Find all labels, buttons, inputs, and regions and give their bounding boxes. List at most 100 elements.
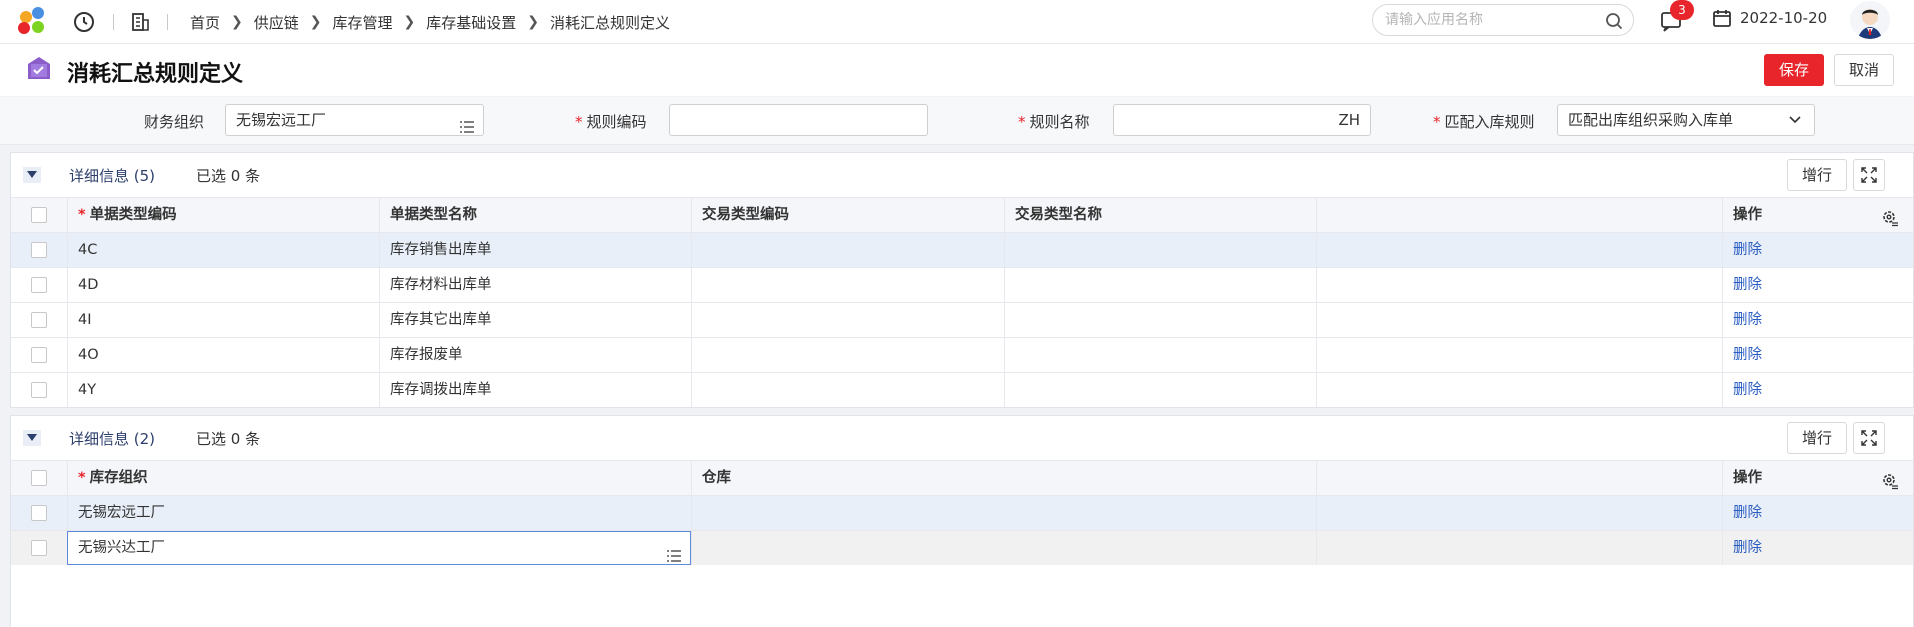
table-row[interactable]: 4C 库存销售出库单 删除 bbox=[11, 232, 1913, 267]
collapse-toggle-icon[interactable] bbox=[23, 430, 41, 446]
panel-header: 详细信息 (5) 已选 0 条 增行 bbox=[11, 153, 1913, 197]
rule-name-input[interactable]: ZH bbox=[1113, 104, 1371, 136]
doc-type-code-cell[interactable]: 4O bbox=[67, 338, 379, 372]
trans-type-name-cell[interactable] bbox=[1004, 373, 1316, 407]
trans-type-code-cell[interactable] bbox=[691, 233, 1004, 267]
trans-type-code-cell[interactable] bbox=[691, 338, 1004, 372]
warehouse-cell[interactable] bbox=[691, 531, 1316, 565]
select-all-checkbox[interactable] bbox=[31, 470, 47, 486]
document-check-icon bbox=[24, 54, 54, 84]
warehouse-cell[interactable] bbox=[691, 496, 1316, 530]
match-rule-select[interactable]: 匹配出库组织采购入库单 bbox=[1557, 104, 1815, 136]
rule-form: 财务组织 无锡宏远工厂 * 规则编码 * 规则名称 ZH * 匹配入库规则 匹配出库组… bbox=[0, 97, 1914, 145]
trans-type-code-cell[interactable] bbox=[691, 373, 1004, 407]
add-row-button[interactable]: 增行 bbox=[1787, 159, 1847, 191]
app-logo-icon[interactable] bbox=[18, 7, 48, 37]
table-header-row: * 库存组织 仓库 操作 bbox=[11, 460, 1913, 495]
detail-panel-inventory-orgs: 详细信息 (2) 已选 0 条 增行 * 库存组织 仓库 操作 无锡宏远工厂 删除 bbox=[10, 415, 1914, 627]
row-checkbox[interactable] bbox=[31, 540, 47, 556]
cancel-button[interactable]: 取消 bbox=[1834, 54, 1894, 86]
panel-title: 详细信息 (5) bbox=[69, 167, 156, 185]
doc-type-code-cell[interactable]: 4I bbox=[67, 303, 379, 337]
inventory-org-cell[interactable]: 无锡宏远工厂 bbox=[67, 496, 691, 530]
doc-type-name-cell[interactable]: 库存材料出库单 bbox=[379, 268, 691, 302]
table-header-row: * 单据类型编码 单据类型名称 交易类型编码 交易类型名称 操作 bbox=[11, 197, 1913, 232]
column-settings-icon[interactable] bbox=[1881, 469, 1899, 495]
panel-header: 详细信息 (2) 已选 0 条 增行 bbox=[11, 416, 1913, 460]
trans-type-name-cell[interactable] bbox=[1004, 268, 1316, 302]
doc-type-code-cell[interactable]: 4D bbox=[67, 268, 379, 302]
doc-type-name-cell[interactable]: 库存其它出库单 bbox=[379, 303, 691, 337]
calendar-icon bbox=[1713, 10, 1731, 27]
list-icon[interactable] bbox=[460, 113, 474, 143]
delete-link[interactable]: 删除 bbox=[1733, 382, 1762, 398]
col-doc-type-code: * 单据类型编码 bbox=[67, 198, 379, 232]
building-icon[interactable] bbox=[127, 8, 155, 36]
row-checkbox[interactable] bbox=[31, 242, 47, 258]
save-button[interactable]: 保存 bbox=[1764, 54, 1824, 86]
selected-count: 已选 0 条 bbox=[196, 430, 261, 448]
divider bbox=[113, 14, 114, 30]
col-doc-type-name: 单据类型名称 bbox=[379, 198, 691, 232]
detail-panel-doc-types: 详细信息 (5) 已选 0 条 增行 * 单据类型编码 单据类型名称 交易类型编码… bbox=[10, 152, 1914, 408]
row-checkbox[interactable] bbox=[31, 347, 47, 363]
app-search-box bbox=[1372, 4, 1634, 36]
list-icon[interactable] bbox=[667, 541, 681, 565]
search-icon[interactable] bbox=[1605, 12, 1623, 34]
doc-type-code-cell[interactable]: 4Y bbox=[67, 373, 379, 407]
fullscreen-icon[interactable] bbox=[1853, 159, 1885, 191]
table-row[interactable]: 无锡兴达工厂 删除 bbox=[11, 530, 1913, 565]
doc-type-name-cell[interactable]: 库存调拨出库单 bbox=[379, 373, 691, 407]
breadcrumb: 首页 ❯ 供应链 ❯ 库存管理 ❯ 库存基础设置 ❯ 消耗汇总规则定义 bbox=[190, 0, 670, 44]
finance-org-field[interactable]: 无锡宏远工厂 bbox=[225, 104, 484, 136]
rule-name-value: ZH bbox=[1338, 111, 1360, 129]
doc-type-name-cell[interactable]: 库存销售出库单 bbox=[379, 233, 691, 267]
table-row[interactable]: 4Y 库存调拨出库单 删除 bbox=[11, 372, 1913, 407]
col-inventory-org: * 库存组织 bbox=[67, 461, 691, 495]
column-settings-icon[interactable] bbox=[1881, 206, 1899, 232]
date-text: 2022-10-20 bbox=[1740, 9, 1828, 27]
rule-code-input[interactable] bbox=[669, 104, 928, 136]
table-row[interactable]: 4D 库存材料出库单 删除 bbox=[11, 267, 1913, 302]
table-row[interactable]: 无锡宏远工厂 删除 bbox=[11, 495, 1913, 530]
doc-type-name-cell[interactable]: 库存报废单 bbox=[379, 338, 691, 372]
delete-link[interactable]: 删除 bbox=[1733, 540, 1762, 556]
breadcrumb-item-home[interactable]: 首页 bbox=[190, 12, 220, 33]
breadcrumb-item-supply-chain[interactable]: 供应链 bbox=[254, 12, 299, 33]
select-all-checkbox[interactable] bbox=[31, 207, 47, 223]
history-clock-icon[interactable] bbox=[70, 8, 98, 36]
delete-link[interactable]: 删除 bbox=[1733, 277, 1762, 293]
row-checkbox[interactable] bbox=[31, 505, 47, 521]
collapse-toggle-icon[interactable] bbox=[23, 167, 41, 183]
add-row-button[interactable]: 增行 bbox=[1787, 422, 1847, 454]
row-checkbox[interactable] bbox=[31, 312, 47, 328]
top-bar: 首页 ❯ 供应链 ❯ 库存管理 ❯ 库存基础设置 ❯ 消耗汇总规则定义 3 20… bbox=[0, 0, 1914, 44]
table-row[interactable]: 4I 库存其它出库单 删除 bbox=[11, 302, 1913, 337]
col-blank bbox=[1316, 461, 1722, 495]
delete-link[interactable]: 删除 bbox=[1733, 505, 1762, 521]
page-title: 消耗汇总规则定义 bbox=[67, 62, 244, 87]
doc-type-code-cell[interactable]: 4C bbox=[67, 233, 379, 267]
inventory-org-value: 无锡兴达工厂 bbox=[78, 540, 165, 556]
row-checkbox[interactable] bbox=[31, 382, 47, 398]
delete-link[interactable]: 删除 bbox=[1733, 312, 1762, 328]
trans-type-name-cell[interactable] bbox=[1004, 233, 1316, 267]
trans-type-code-cell[interactable] bbox=[691, 268, 1004, 302]
trans-type-name-cell[interactable] bbox=[1004, 338, 1316, 372]
date-display[interactable]: 2022-10-20 bbox=[1712, 0, 1827, 36]
delete-link[interactable]: 删除 bbox=[1733, 347, 1762, 363]
finance-org-label: 财务组织 bbox=[144, 113, 205, 131]
col-trans-type-name: 交易类型名称 bbox=[1004, 198, 1316, 232]
delete-link[interactable]: 删除 bbox=[1733, 242, 1762, 258]
breadcrumb-item-inventory-settings[interactable]: 库存基础设置 bbox=[426, 12, 516, 33]
inventory-org-cell-editing[interactable]: 无锡兴达工厂 bbox=[67, 531, 691, 565]
trans-type-name-cell[interactable] bbox=[1004, 303, 1316, 337]
chevron-right-icon: ❯ bbox=[403, 14, 416, 30]
avatar[interactable] bbox=[1850, 1, 1890, 39]
app-search-input[interactable] bbox=[1385, 11, 1585, 29]
row-checkbox[interactable] bbox=[31, 277, 47, 293]
fullscreen-icon[interactable] bbox=[1853, 422, 1885, 454]
trans-type-code-cell[interactable] bbox=[691, 303, 1004, 337]
breadcrumb-item-inventory[interactable]: 库存管理 bbox=[333, 12, 393, 33]
table-row[interactable]: 4O 库存报废单 删除 bbox=[11, 337, 1913, 372]
